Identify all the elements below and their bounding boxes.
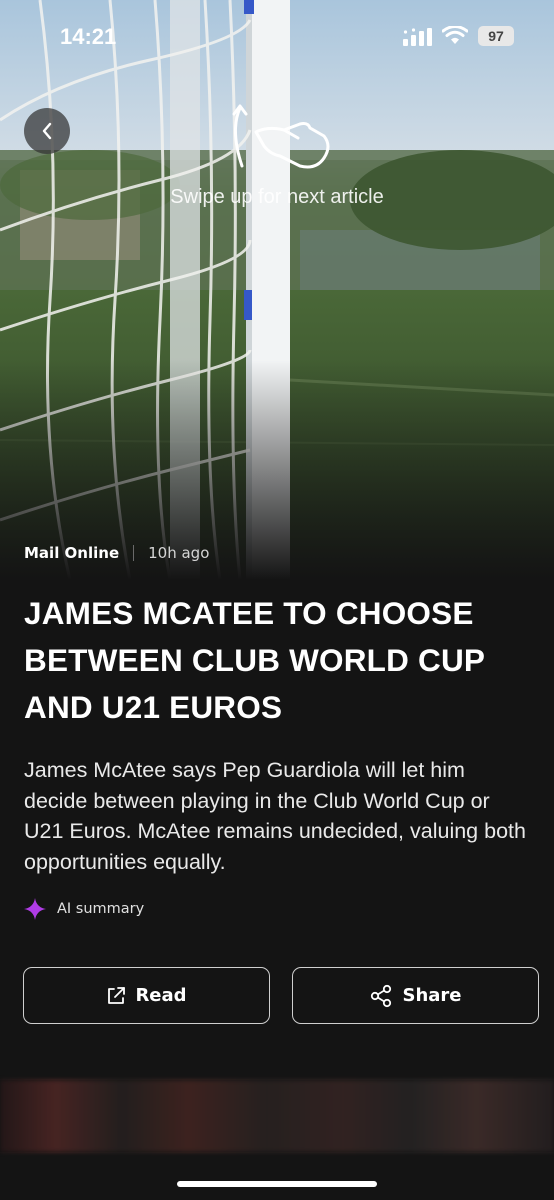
ai-summary-tag: AI summary [24,898,144,920]
article-source[interactable]: Mail Online [24,544,119,562]
back-button[interactable] [24,108,70,154]
wifi-icon [442,26,468,44]
share-button-label: Share [402,985,462,1006]
read-button-label: Read [135,985,187,1006]
meta-divider [133,545,135,561]
battery-level: 97 [488,28,504,44]
status-time: 14:21 [60,24,117,49]
share-icon [371,984,392,1007]
battery-icon: 97 [478,26,514,46]
share-button[interactable]: Share [292,967,539,1024]
swipe-hint-text: Swipe up for next article [170,186,384,208]
article-time-ago: 10h ago [148,544,210,562]
next-article-preview-overlay [0,1080,554,1152]
article-meta: Mail Online 10h ago [24,543,209,563]
swipe-up-hand-icon [232,104,330,169]
article-summary: James McAtee says Pep Guardiola will let… [24,758,526,874]
home-indicator[interactable] [177,1181,377,1187]
external-link-icon [108,986,126,1004]
article-hero-image [0,0,554,580]
read-button[interactable]: Read [23,967,270,1024]
status-bar: 14:21 97 [0,0,554,70]
article-headline: JAMES MCATEE TO CHOOSE BETWEEN CLUB WORL… [24,595,485,725]
signal-icon [403,28,432,46]
ai-summary-label: AI summary [57,901,145,917]
chevron-left-icon [42,122,52,140]
sparkle-icon [24,898,46,920]
